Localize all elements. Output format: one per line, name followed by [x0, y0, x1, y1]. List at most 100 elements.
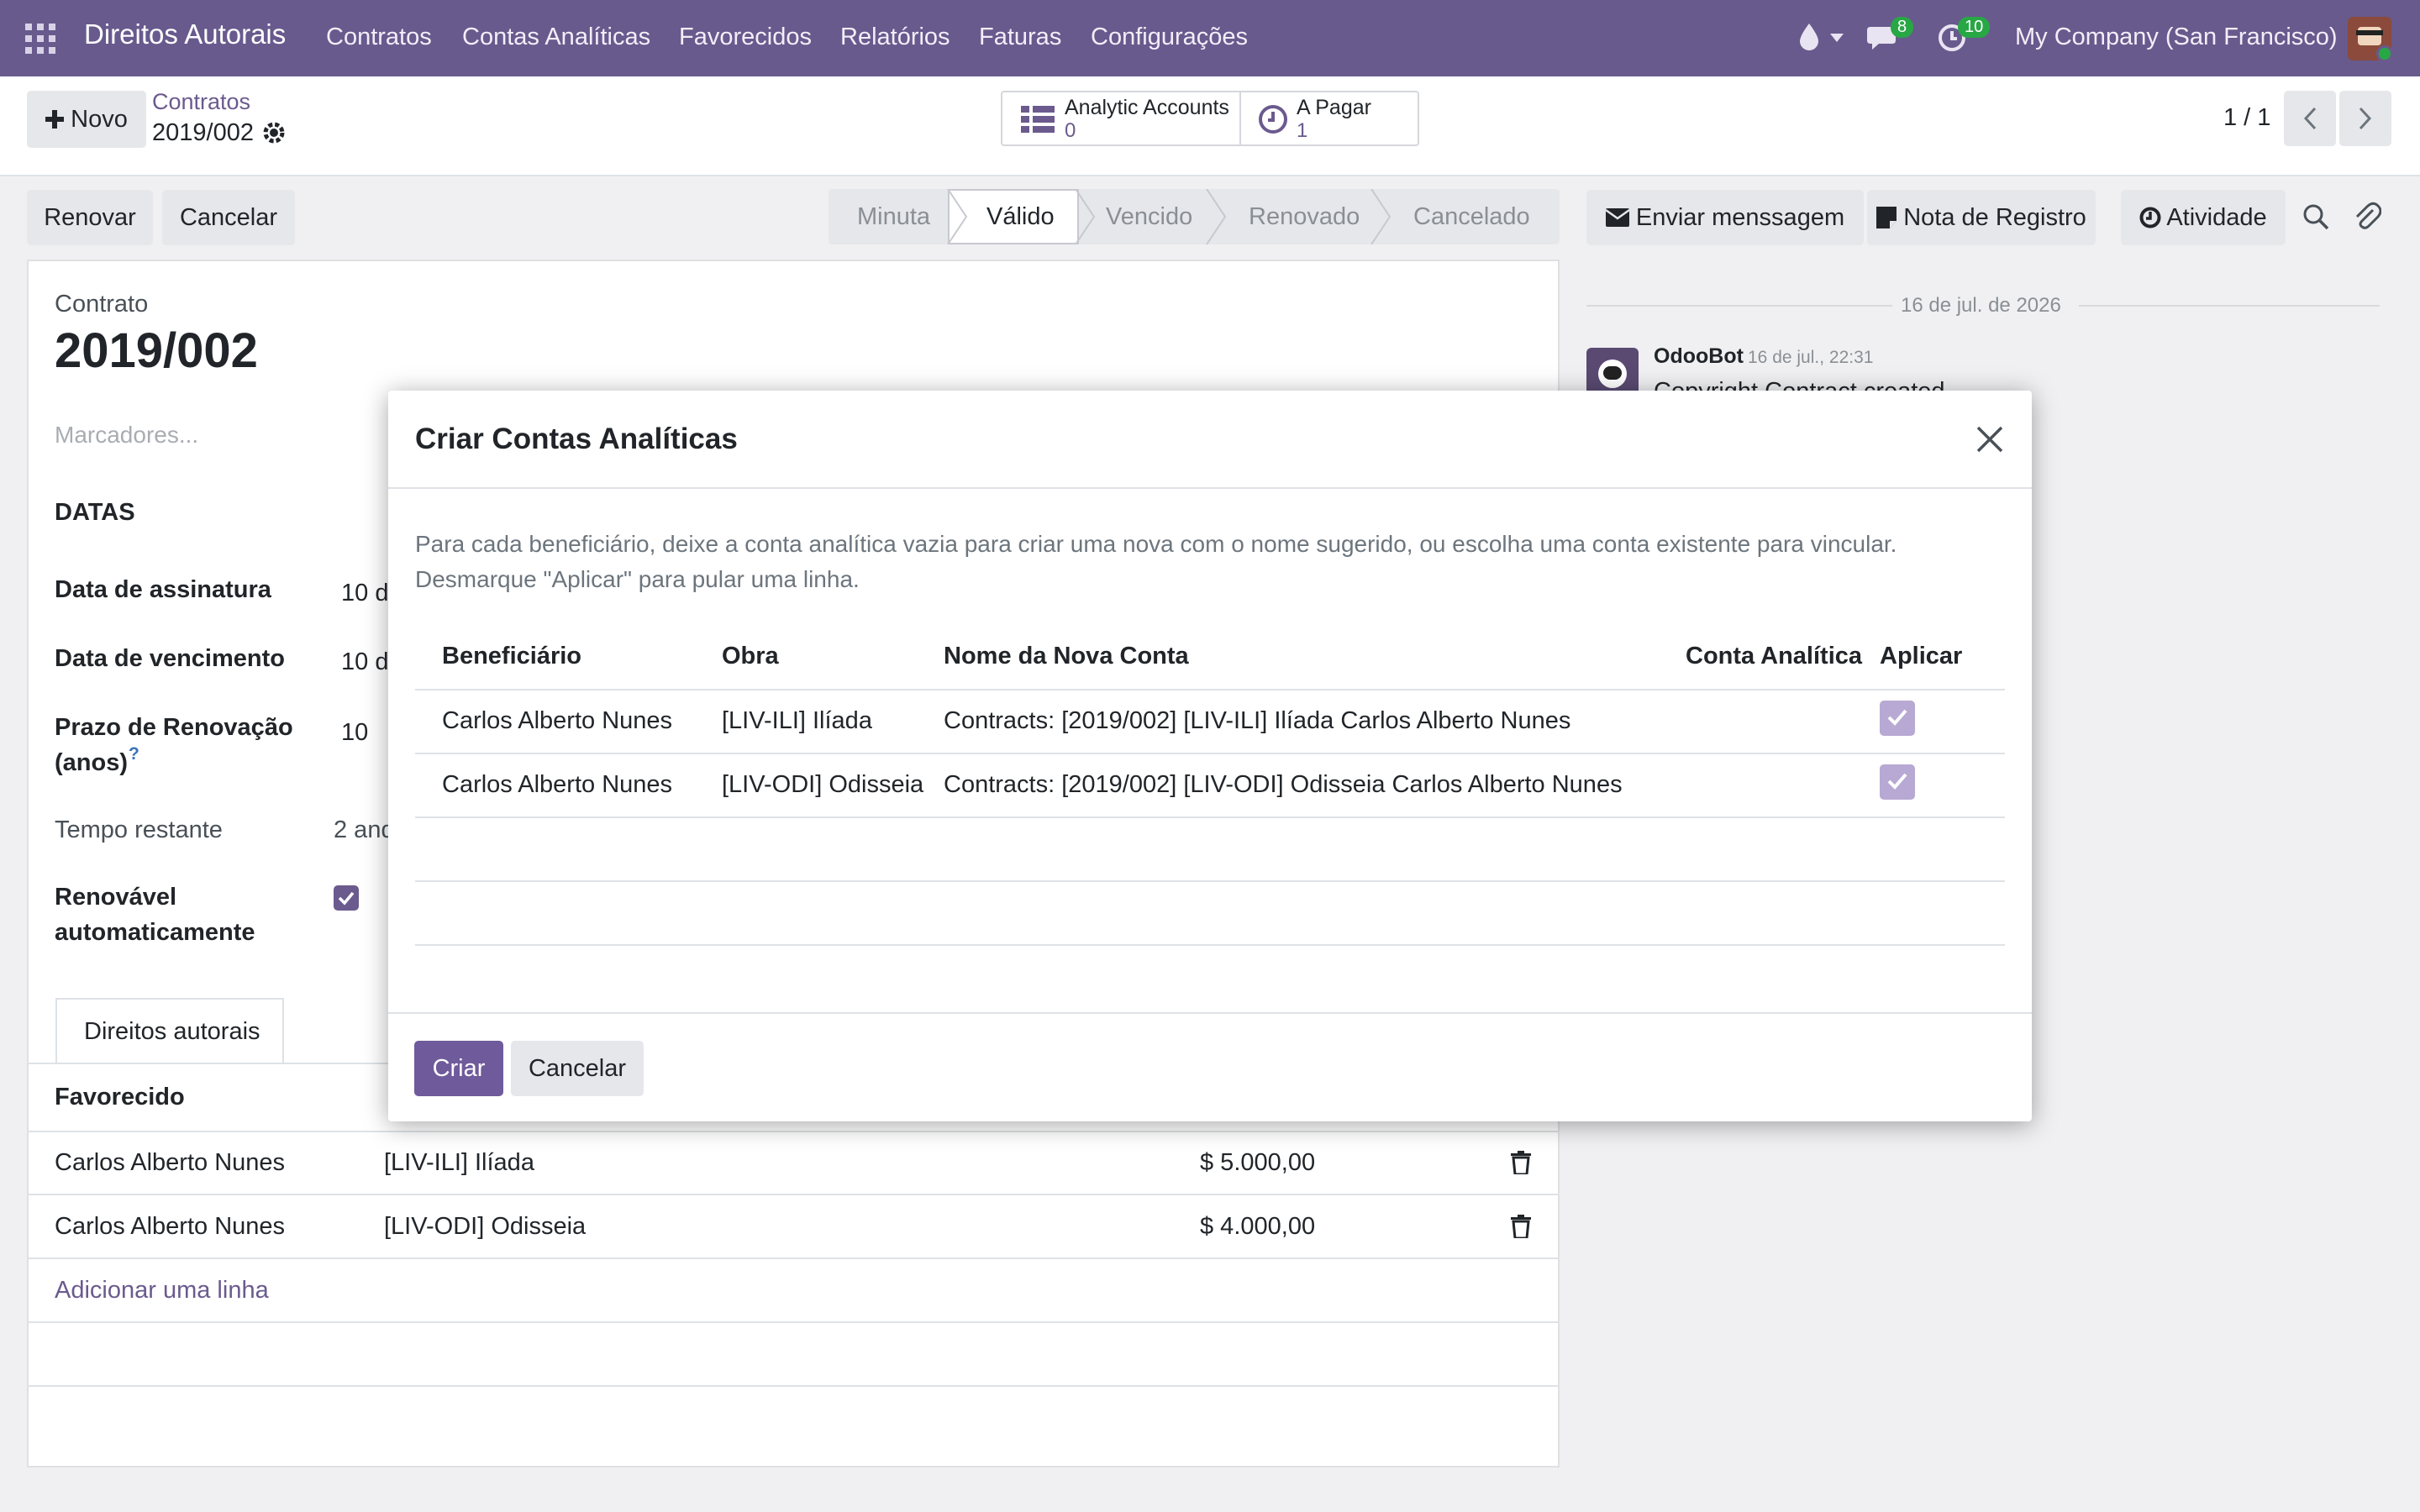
row-new-account-name[interactable]: Contracts: [2019/002] [LIV-ILI] Ilíada C… [944, 707, 1570, 735]
stage-minuta[interactable]: Minuta [857, 189, 930, 244]
breadcrumb-current: 2019/002 [152, 119, 254, 146]
apply-checkbox[interactable] [1880, 701, 1915, 736]
activity-button[interactable]: Atividade [2121, 190, 2286, 245]
search-icon[interactable] [2302, 203, 2329, 230]
column-obra[interactable]: Obra [722, 643, 779, 670]
modal-description-line-1: Para cada beneficiário, deixe a conta an… [415, 531, 1897, 557]
close-icon[interactable] [1973, 423, 2007, 456]
row-divider [27, 1257, 1560, 1259]
column-aplicar[interactable]: Aplicar [1880, 643, 1962, 670]
line-amount[interactable]: $ 4.000,00 [1200, 1213, 1315, 1241]
menu-relatorios[interactable]: Relatórios [840, 24, 950, 51]
contract-label: Contrato [55, 291, 149, 318]
paperclip-icon[interactable] [2353, 200, 2381, 232]
column-favorecido[interactable]: Favorecido [55, 1084, 185, 1111]
tab-direitos-autorais-label: Direitos autorais [84, 1018, 260, 1045]
new-button[interactable]: Novo [27, 91, 146, 148]
table-row-divider [415, 880, 2005, 882]
messages-badge: 8 [1891, 17, 1914, 38]
table-header-divider [415, 689, 2005, 690]
auto-renew-checkbox[interactable] [334, 885, 359, 911]
tags-input[interactable]: Marcadores... [55, 422, 198, 449]
debug-drop-icon[interactable] [1798, 22, 1820, 52]
contract-name[interactable]: 2019/002 [55, 323, 258, 379]
expiry-date-field[interactable]: 10 d [341, 648, 388, 676]
column-nome-nova-conta[interactable]: Nome da Nova Conta [944, 643, 1189, 670]
clock-icon [2139, 207, 2161, 228]
smart-button-label: Analytic Accounts [1065, 96, 1229, 119]
chevron-down-icon[interactable] [1830, 34, 1844, 42]
company-switcher[interactable]: My Company (San Francisco) [2015, 24, 2338, 51]
menu-faturas[interactable]: Faturas [979, 24, 1061, 51]
pager-next-button[interactable] [2339, 91, 2391, 146]
add-line-link[interactable]: Adicionar uma linha [55, 1277, 269, 1305]
table-row-divider [415, 753, 2005, 754]
signature-date-label: Data de assinatura [55, 576, 271, 603]
line-payee[interactable]: Carlos Alberto Nunes [55, 1149, 285, 1177]
modal-description-line-2: Desmarque "Aplicar" para pular uma linha… [415, 566, 860, 592]
activity-label: Atividade [2166, 203, 2267, 231]
header-divider [27, 1131, 1560, 1132]
create-analytic-accounts-dialog: Criar Contas Analíticas Para cada benefi… [388, 391, 2032, 1121]
row-divider [27, 1321, 1560, 1323]
breadcrumb-parent[interactable]: Contratos [152, 89, 250, 115]
row-beneficiary[interactable]: Carlos Alberto Nunes [442, 707, 672, 735]
row-analytic-account-field[interactable] [1686, 771, 1854, 801]
user-avatar[interactable] [2348, 17, 2393, 62]
date-separator-line-right [2079, 305, 2380, 307]
section-dates-title: DATAS [55, 499, 135, 526]
send-message-button[interactable]: Enviar menssagem [1586, 190, 1864, 245]
apps-grid-icon[interactable] [25, 24, 55, 54]
chevron-right-icon [2359, 107, 2372, 130]
modal-description: Para cada beneficiário, deixe a conta an… [415, 527, 1995, 597]
smart-button-a-pagar[interactable]: A Pagar 1 [1243, 92, 1418, 144]
pager-value[interactable]: 1 / 1 [2223, 104, 2270, 132]
stage-arrows [947, 189, 1392, 244]
check-icon [338, 891, 355, 906]
menu-favorecidos[interactable]: Favorecidos [679, 24, 812, 51]
line-payee[interactable]: Carlos Alberto Nunes [55, 1213, 285, 1241]
online-status-dot [2376, 45, 2393, 62]
modal-header: Criar Contas Analíticas [388, 391, 2032, 489]
log-note-button[interactable]: Nota de Registro [1867, 190, 2096, 245]
message-time: 16 de jul., 22:31 [1748, 348, 1874, 367]
remaining-time-label: Tempo restante [55, 816, 223, 843]
trash-icon[interactable] [1511, 1215, 1531, 1238]
cancel-button[interactable]: Cancelar [511, 1041, 644, 1096]
create-button[interactable]: Criar [414, 1041, 503, 1096]
row-new-account-name[interactable]: Contracts: [2019/002] [LIV-ODI] Odisseia… [944, 771, 1623, 799]
plus-icon [45, 110, 65, 129]
smart-button-analytic-accounts[interactable]: Analytic Accounts 0 [1002, 92, 1241, 144]
menu-contratos[interactable]: Contratos [326, 24, 432, 51]
renew-button[interactable]: Renovar [27, 190, 153, 245]
cancel-contract-button[interactable]: Cancelar [162, 190, 295, 245]
row-analytic-account-field[interactable] [1686, 707, 1854, 738]
row-beneficiary[interactable]: Carlos Alberto Nunes [442, 771, 672, 799]
renewal-term-field[interactable]: 10 [341, 719, 368, 747]
new-button-label: Novo [71, 105, 128, 133]
list-icon [1021, 106, 1055, 133]
trash-icon[interactable] [1511, 1151, 1531, 1174]
help-tooltip-icon[interactable]: ? [129, 744, 139, 764]
activities-badge: 10 [1958, 17, 1991, 38]
line-work[interactable]: [LIV-ODI] Odisseia [384, 1213, 586, 1241]
app-brand[interactable]: Direitos Autorais [84, 18, 286, 50]
row-work[interactable]: [LIV-ILI] Ilíada [722, 707, 872, 735]
column-conta-analitica[interactable]: Conta Analítica [1686, 643, 1862, 670]
auto-renew-label: Renovável [55, 884, 177, 911]
apply-checkbox[interactable] [1880, 764, 1915, 800]
line-amount[interactable]: $ 5.000,00 [1200, 1149, 1315, 1177]
message-author[interactable]: OdooBot [1654, 344, 1744, 369]
menu-contas-analiticas[interactable]: Contas Analíticas [462, 24, 650, 51]
column-beneficiario[interactable]: Beneficiário [442, 643, 581, 670]
line-work[interactable]: [LIV-ILI] Ilíada [384, 1149, 534, 1177]
check-icon [1887, 773, 1907, 790]
row-work[interactable]: [LIV-ODI] Odisseia [722, 771, 923, 799]
menu-configuracoes[interactable]: Configurações [1091, 24, 1248, 51]
signature-date-field[interactable]: 10 d [341, 580, 388, 607]
modal-title: Criar Contas Analíticas [415, 423, 738, 455]
modal-footer-divider [388, 1012, 2032, 1014]
gear-icon[interactable] [262, 121, 286, 144]
pager-previous-button[interactable] [2284, 91, 2336, 146]
log-note-label: Nota de Registro [1903, 203, 2086, 231]
